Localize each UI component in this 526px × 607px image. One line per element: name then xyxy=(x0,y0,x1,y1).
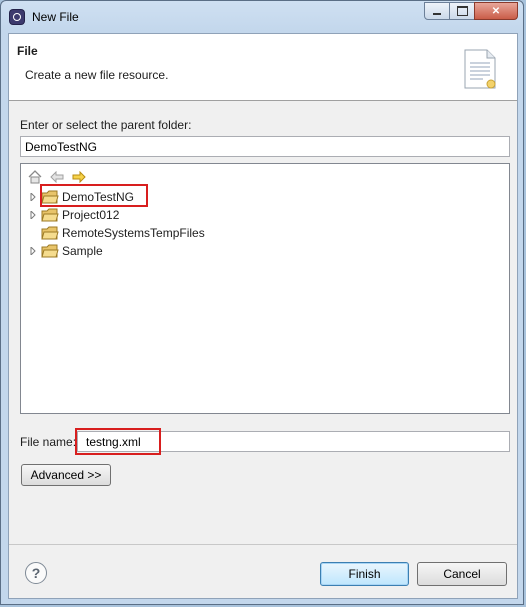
tree-item-demotestng[interactable]: DemoTestNG xyxy=(27,188,134,206)
project-folder-icon xyxy=(41,208,59,222)
file-name-label: File name: xyxy=(20,435,77,449)
project-folder-icon xyxy=(41,244,59,258)
tree-toolbar xyxy=(27,169,87,185)
dialog-content: File Create a new file resource. Enter o… xyxy=(8,33,518,599)
cancel-button[interactable]: Cancel xyxy=(417,562,507,586)
maximize-button[interactable] xyxy=(449,2,475,20)
expand-arrow-icon[interactable] xyxy=(27,209,39,221)
forward-arrow-icon xyxy=(72,171,86,183)
project-folder-icon xyxy=(41,226,59,240)
window-controls: ✕ xyxy=(424,2,518,20)
title-bar[interactable]: New File ✕ xyxy=(1,1,523,33)
tree-item-label: Project012 xyxy=(62,208,120,222)
parent-folder-input[interactable]: DemoTestNG xyxy=(20,136,510,157)
dialog-window: New File ✕ File Create a new file resour… xyxy=(0,0,524,605)
close-button[interactable]: ✕ xyxy=(474,2,518,20)
minimize-icon xyxy=(433,13,441,15)
tree-item-sample[interactable]: Sample xyxy=(27,242,103,260)
expand-arrow-icon[interactable] xyxy=(27,191,39,203)
window-title: New File xyxy=(32,10,79,24)
back-arrow-icon xyxy=(50,171,64,183)
expand-arrow-icon[interactable] xyxy=(27,245,39,257)
tree-item-project012[interactable]: Project012 xyxy=(27,206,119,224)
project-folder-icon xyxy=(41,190,59,204)
back-button[interactable] xyxy=(49,169,65,185)
tree-item-remotesystemstempfiles[interactable]: RemoteSystemsTempFiles xyxy=(27,224,205,242)
parent-folder-label: Enter or select the parent folder: xyxy=(20,118,192,132)
folder-tree[interactable]: DemoTestNG Project012 RemoteSystemsTempF… xyxy=(20,163,510,414)
finish-button[interactable]: Finish xyxy=(320,562,409,586)
new-file-wizard-icon xyxy=(464,49,496,89)
forward-button[interactable] xyxy=(71,169,87,185)
home-icon xyxy=(28,170,42,184)
maximize-icon xyxy=(456,6,468,16)
file-name-input[interactable]: testng.xml xyxy=(77,431,510,452)
tree-item-label: Sample xyxy=(62,244,103,258)
tree-item-label: RemoteSystemsTempFiles xyxy=(62,226,205,240)
footer-separator xyxy=(9,544,517,545)
no-expand-spacer xyxy=(27,227,39,239)
close-icon: ✕ xyxy=(491,5,501,17)
banner-description: Create a new file resource. xyxy=(25,68,169,82)
minimize-button[interactable] xyxy=(424,2,450,20)
home-button[interactable] xyxy=(27,169,43,185)
help-button[interactable]: ? xyxy=(25,562,47,584)
advanced-button[interactable]: Advanced >> xyxy=(21,464,111,486)
help-icon: ? xyxy=(31,565,41,581)
eclipse-app-icon xyxy=(10,10,24,24)
wizard-banner: File Create a new file resource. xyxy=(9,34,517,101)
tree-item-label: DemoTestNG xyxy=(62,190,135,204)
banner-title: File xyxy=(17,44,38,58)
